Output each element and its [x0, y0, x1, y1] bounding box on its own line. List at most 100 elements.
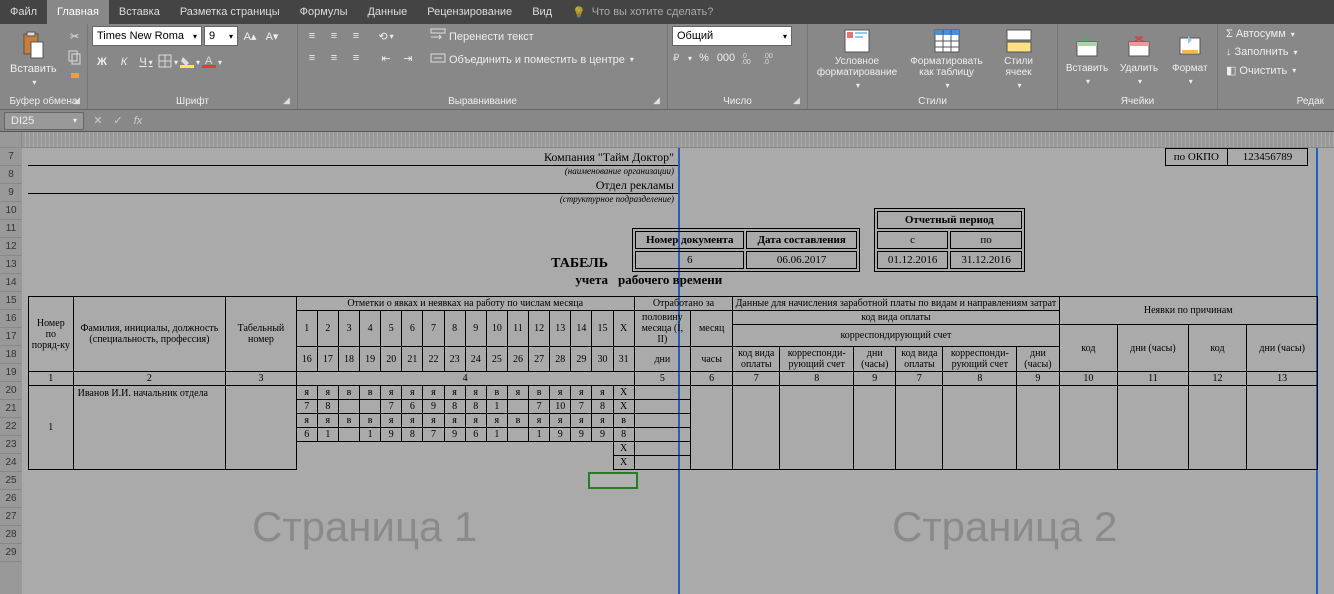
row-header[interactable]: 25 — [0, 472, 22, 490]
row-header[interactable]: 22 — [0, 418, 22, 436]
cell-styles-button[interactable]: Стили ячеек▾ — [991, 26, 1046, 92]
menu-page-layout[interactable]: Разметка страницы — [170, 0, 290, 24]
column-headers[interactable] — [0, 132, 1334, 148]
decrease-indent-button[interactable]: ⇤ — [376, 48, 396, 68]
row-header[interactable]: 29 — [0, 544, 22, 562]
clear-button[interactable]: ◧Очистить▾ — [1222, 62, 1324, 79]
align-left-button[interactable]: ≡ — [302, 48, 322, 68]
doc-date[interactable]: 06.06.2017 — [746, 251, 856, 269]
format-cells-button[interactable]: Формат▾ — [1166, 26, 1214, 92]
orientation-button[interactable]: ⟲▾ — [376, 26, 396, 46]
borders-button[interactable]: ▾ — [158, 52, 178, 72]
conditional-formatting-button[interactable]: Условное форматирование▾ — [812, 26, 902, 92]
italic-button[interactable]: К — [114, 52, 134, 72]
fill-color-button[interactable]: ▾ — [180, 52, 200, 72]
percent-button[interactable]: % — [694, 48, 714, 68]
increase-indent-button[interactable]: ⇥ — [398, 48, 418, 68]
column-header-strip[interactable] — [22, 132, 1334, 147]
paste-button[interactable]: Вставить ▾ — [4, 26, 63, 92]
decrease-font-button[interactable]: A▾ — [262, 26, 282, 46]
row-header[interactable]: 8 — [0, 166, 22, 184]
enter-formula-button[interactable]: ✓ — [108, 114, 128, 127]
menu-file[interactable]: Файл — [0, 0, 47, 24]
increase-font-button[interactable]: A▴ — [240, 26, 260, 46]
formula-input[interactable] — [148, 119, 1334, 123]
font-color-button[interactable]: A▾ — [202, 52, 222, 72]
paste-icon — [19, 32, 47, 60]
align-top-button[interactable]: ≡ — [302, 26, 322, 46]
tell-me-search[interactable]: 💡 Что вы хотите сделать? — [562, 0, 723, 24]
row-header[interactable]: 9 — [0, 184, 22, 202]
row-header[interactable]: 12 — [0, 238, 22, 256]
cancel-formula-button[interactable]: ✕ — [88, 114, 108, 127]
underline-button[interactable]: Ч▾ — [136, 52, 156, 72]
insert-cells-button[interactable]: Вставить▾ — [1062, 26, 1112, 92]
align-bottom-button[interactable]: ≡ — [346, 26, 366, 46]
chevron-down-icon: ▾ — [229, 32, 233, 41]
name-box[interactable]: DI25▾ — [4, 112, 84, 130]
align-center-button[interactable]: ≡ — [324, 48, 344, 68]
align-middle-button[interactable]: ≡ — [324, 26, 344, 46]
number-format-dropdown[interactable]: Общий▾ — [672, 26, 792, 46]
row-header[interactable]: 28 — [0, 526, 22, 544]
period-from[interactable]: 01.12.2016 — [877, 251, 949, 269]
number-launcher[interactable]: ◢ — [793, 95, 805, 107]
row-header[interactable]: 24 — [0, 454, 22, 472]
bold-button[interactable]: Ж — [92, 52, 112, 72]
merge-center-button[interactable]: Объединить и поместить в центре▾ — [426, 49, 638, 70]
row-header[interactable]: 17 — [0, 328, 22, 346]
format-painter-button[interactable] — [65, 70, 85, 90]
alignment-launcher[interactable]: ◢ — [653, 95, 665, 107]
decrease-decimal-button[interactable]: .00.0 — [760, 48, 780, 68]
row-header[interactable]: 10 — [0, 202, 22, 220]
timesheet-table[interactable]: Номер по поряд-ку Фамилия, инициалы, дол… — [28, 296, 1318, 470]
doc-number[interactable]: 6 — [635, 251, 744, 269]
format-as-table-button[interactable]: Форматировать как таблицу▾ — [904, 26, 989, 92]
align-right-button[interactable]: ≡ — [346, 48, 366, 68]
wrap-text-button[interactable]: Перенести текст — [426, 26, 638, 47]
row-header[interactable]: 7 — [0, 148, 22, 166]
cut-button[interactable]: ✂ — [65, 26, 85, 46]
row-header[interactable]: 27 — [0, 508, 22, 526]
font-launcher[interactable]: ◢ — [283, 95, 295, 107]
row-header[interactable]: 21 — [0, 400, 22, 418]
row-header[interactable]: 18 — [0, 346, 22, 364]
copy-button[interactable] — [65, 48, 85, 68]
okpo-value[interactable]: 123456789 — [1228, 148, 1308, 166]
font-name-dropdown[interactable]: Times New Roma▾ — [92, 26, 202, 46]
row-header[interactable]: 16 — [0, 310, 22, 328]
menu-formulas[interactable]: Формулы — [290, 0, 358, 24]
autosum-button[interactable]: ΣАвтосумм▾ — [1222, 26, 1324, 42]
company-name[interactable]: Компания "Тайм Доктор" — [544, 150, 674, 165]
department-note: (структурное подразделение) — [28, 194, 678, 204]
insert-function-button[interactable]: fx — [128, 115, 148, 127]
row-header[interactable]: 26 — [0, 490, 22, 508]
comma-style-button[interactable]: 000 — [716, 48, 736, 68]
cells-area[interactable]: Страница 1 Страница 2 по ОКПО 123456789 … — [22, 148, 1334, 594]
row-header[interactable]: 23 — [0, 436, 22, 454]
select-all-corner[interactable] — [0, 132, 22, 147]
row-header[interactable]: 14 — [0, 274, 22, 292]
row-header[interactable]: 19 — [0, 364, 22, 382]
menu-home[interactable]: Главная — [47, 0, 109, 24]
clipboard-launcher[interactable]: ◢ — [73, 95, 85, 107]
menu-review[interactable]: Рецензирование — [417, 0, 522, 24]
row-headers[interactable]: 7 8 9 10 11 12 13 14 15 16 17 18 19 20 2… — [0, 148, 22, 594]
increase-decimal-button[interactable]: .0.00 — [738, 48, 758, 68]
table-row[interactable]: 1 Иванов И.И. начальник отдела яяввяяяяя… — [29, 386, 1318, 400]
svg-text:.0: .0 — [763, 59, 769, 66]
row-header[interactable]: 13 — [0, 256, 22, 274]
row-header[interactable]: 15 — [0, 292, 22, 310]
department-name[interactable]: Отдел рекламы — [596, 178, 674, 193]
period-to[interactable]: 31.12.2016 — [950, 251, 1022, 269]
svg-text:₽: ₽ — [673, 53, 680, 64]
row-header[interactable]: 20 — [0, 382, 22, 400]
menu-view[interactable]: Вид — [522, 0, 562, 24]
font-size-dropdown[interactable]: 9▾ — [204, 26, 238, 46]
row-header[interactable]: 11 — [0, 220, 22, 238]
fill-button[interactable]: ↓Заполнить▾ — [1222, 44, 1324, 60]
accounting-format-button[interactable]: ₽▾ — [672, 48, 692, 68]
delete-cells-button[interactable]: Удалить▾ — [1114, 26, 1164, 92]
menu-data[interactable]: Данные — [357, 0, 417, 24]
menu-insert[interactable]: Вставка — [109, 0, 170, 24]
